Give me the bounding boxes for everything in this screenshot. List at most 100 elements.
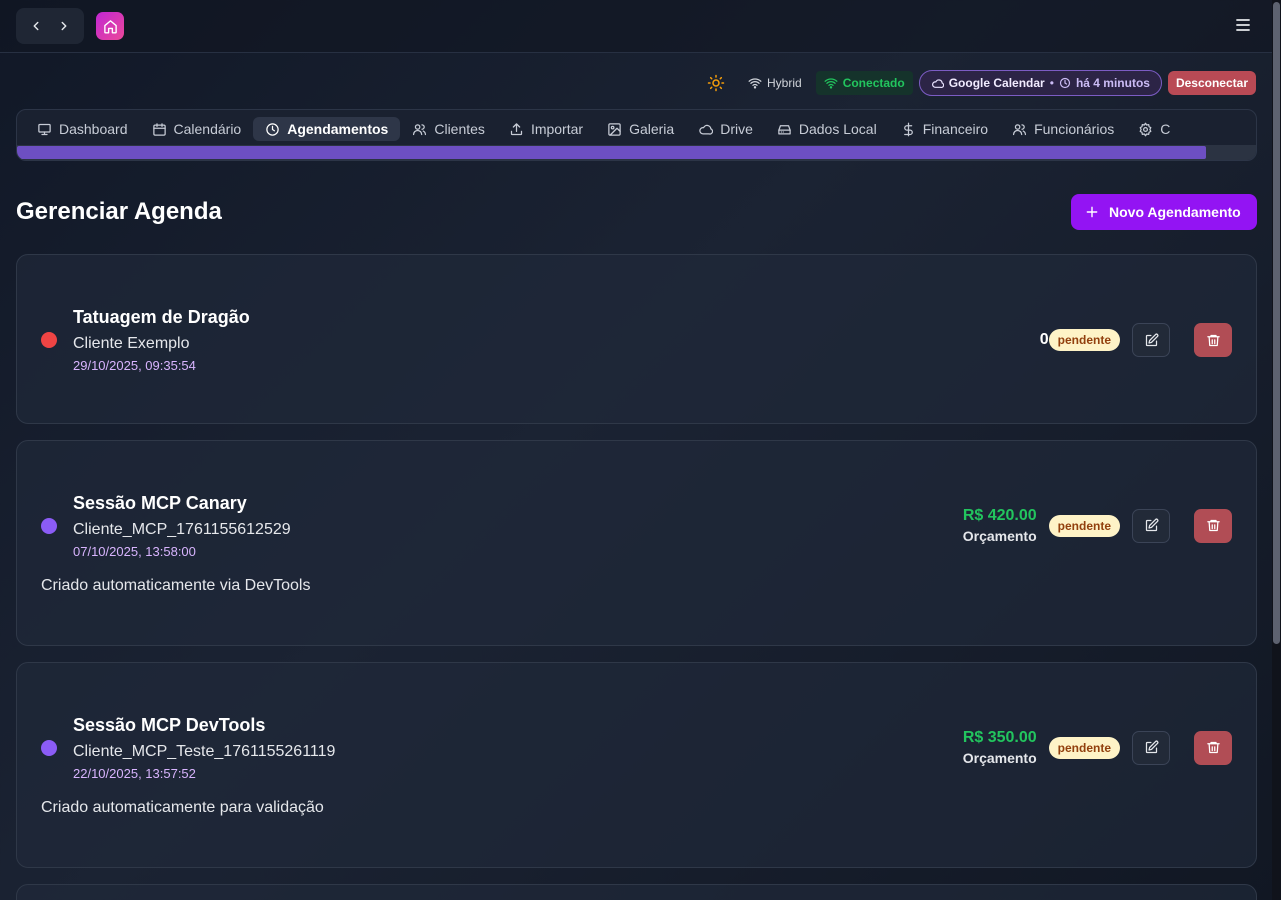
appointment-amount: 0 bbox=[1039, 331, 1049, 348]
connection-label: Conectado bbox=[842, 76, 905, 90]
appointment-title: Sessão MCP DevTools bbox=[73, 715, 266, 735]
calendar-icon bbox=[152, 122, 166, 136]
sun-icon bbox=[707, 74, 725, 92]
appointment-datetime: 22/10/2025, 13:57:52 bbox=[73, 766, 196, 781]
price-block: R$ 350.00 Orçamento bbox=[963, 729, 1037, 766]
tab-label: Importar bbox=[530, 121, 584, 137]
appointment-price: R$ 350.00 bbox=[962, 729, 1037, 746]
disconnect-button[interactable]: Desconectar bbox=[1167, 71, 1256, 95]
wifi-icon bbox=[748, 78, 762, 89]
cloud-icon bbox=[699, 124, 714, 135]
status-bar: Hybrid Conectado Google Calendar • há 4 … bbox=[704, 70, 1256, 96]
edit-icon bbox=[1145, 333, 1158, 346]
tab-scrollbar[interactable] bbox=[17, 145, 1256, 160]
users-icon bbox=[1013, 123, 1027, 135]
edit-button[interactable] bbox=[1132, 508, 1170, 543]
tab-label: Funcionários bbox=[1034, 121, 1115, 137]
dollar-icon bbox=[903, 122, 913, 136]
google-calendar-status[interactable]: Google Calendar • há 4 minutos bbox=[918, 70, 1162, 96]
delete-button[interactable] bbox=[1194, 323, 1232, 357]
last-sync-time: há 4 minutos bbox=[1075, 76, 1150, 90]
tab-dashboard[interactable]: Dashboard bbox=[25, 117, 140, 141]
tab-label: C bbox=[1160, 121, 1171, 137]
status-dot bbox=[41, 518, 57, 534]
new-appointment-button[interactable]: Novo Agendamento bbox=[1071, 194, 1257, 230]
back-button[interactable] bbox=[24, 14, 48, 38]
upload-icon bbox=[510, 122, 523, 135]
tab-label: Dados Local bbox=[798, 121, 877, 137]
hard-drive-icon bbox=[778, 124, 791, 134]
appointment-description: Criado automaticamente via DevTools bbox=[41, 577, 311, 594]
wifi-icon bbox=[824, 78, 838, 89]
tab-agendamentos[interactable]: Agendamentos bbox=[253, 117, 401, 141]
tab-financeiro[interactable]: Financeiro bbox=[889, 117, 1000, 141]
image-icon bbox=[608, 122, 621, 136]
status-badge: pendente bbox=[1048, 736, 1120, 759]
status-dot bbox=[41, 740, 57, 756]
tab-calendário[interactable]: Calendário bbox=[140, 117, 254, 141]
appointment-card: Tatuagem de Dragão Cliente Exemplo 29/10… bbox=[16, 254, 1257, 424]
edit-icon bbox=[1145, 518, 1158, 532]
appointment-actions: R$ 350.00 Orçamento pendente bbox=[963, 729, 1232, 766]
cloud-icon bbox=[931, 78, 944, 88]
tab-drive[interactable]: Drive bbox=[686, 117, 765, 141]
page-scrollbar-thumb[interactable] bbox=[1273, 2, 1280, 644]
tab-label: Galeria bbox=[629, 121, 675, 137]
price-label: Orçamento bbox=[962, 750, 1037, 766]
appointment-datetime: 29/10/2025, 09:35:54 bbox=[73, 358, 196, 373]
gear-icon bbox=[1139, 122, 1152, 136]
delete-button[interactable] bbox=[1194, 508, 1232, 543]
appointment-actions: 0 pendente bbox=[1040, 323, 1232, 357]
chevron-left-icon bbox=[33, 21, 39, 31]
trash-icon bbox=[1206, 741, 1220, 754]
chevron-right-icon bbox=[61, 21, 67, 31]
tab-scrollbar-thumb[interactable] bbox=[17, 146, 1206, 159]
trash-icon bbox=[1206, 519, 1220, 532]
navigation-group bbox=[16, 8, 84, 44]
clock-icon bbox=[1059, 77, 1071, 89]
home-button[interactable] bbox=[96, 12, 124, 40]
delete-button[interactable] bbox=[1194, 730, 1232, 765]
mode-indicator: Hybrid bbox=[740, 76, 810, 90]
tab-galeria[interactable]: Galeria bbox=[595, 117, 686, 141]
tab-label: Agendamentos bbox=[287, 121, 389, 137]
appointment-card: Sessão MCP Canary Cliente_MCP_1761155612… bbox=[16, 440, 1257, 646]
edit-button[interactable] bbox=[1132, 730, 1170, 765]
tab-dados-local[interactable]: Dados Local bbox=[765, 117, 889, 141]
connection-badge: Conectado bbox=[815, 71, 913, 95]
users-icon bbox=[413, 123, 427, 135]
appointment-description: Criado automaticamente para validação bbox=[41, 799, 324, 816]
monitor-icon bbox=[38, 123, 51, 135]
tab-funcionários[interactable]: Funcionários bbox=[1000, 117, 1126, 141]
top-bar bbox=[0, 0, 1272, 53]
new-appointment-label: Novo Agendamento bbox=[1109, 204, 1241, 220]
tab-importar[interactable]: Importar bbox=[497, 117, 595, 141]
plus-icon bbox=[1086, 206, 1098, 218]
edit-button[interactable] bbox=[1132, 323, 1170, 357]
appointment-client: Cliente_MCP_Teste_1761155261119 bbox=[73, 743, 336, 760]
appointment-client: Cliente_MCP_1761155612529 bbox=[73, 521, 291, 538]
theme-toggle-button[interactable] bbox=[704, 71, 728, 95]
price-label: Orçamento bbox=[962, 528, 1037, 544]
trash-icon bbox=[1206, 334, 1220, 346]
tab-clientes[interactable]: Clientes bbox=[400, 117, 497, 141]
tab-label: Calendário bbox=[173, 121, 242, 137]
home-icon bbox=[103, 19, 117, 33]
price-block: R$ 420.00 Orçamento bbox=[963, 507, 1037, 544]
clock-icon bbox=[266, 122, 279, 136]
forward-button[interactable] bbox=[52, 14, 76, 38]
status-badge: pendente bbox=[1048, 329, 1120, 351]
tab-list: Dashboard Calendário Agendamentos Clientes I… bbox=[25, 117, 1182, 141]
appointment-card: Sessão MCP DevTools Cliente_MCP_Teste_17… bbox=[16, 662, 1257, 868]
menu-button[interactable] bbox=[1232, 14, 1254, 36]
edit-icon bbox=[1145, 740, 1158, 754]
tab-label: Dashboard bbox=[59, 121, 128, 137]
appointment-title: Sessão MCP Canary bbox=[73, 493, 247, 513]
appointment-client: Cliente Exemplo bbox=[73, 335, 190, 352]
tab-label: Drive bbox=[720, 121, 753, 137]
hamburger-menu-icon bbox=[1236, 19, 1250, 31]
tab-bar: Dashboard Calendário Agendamentos Clientes I… bbox=[16, 109, 1257, 161]
page-scrollbar[interactable] bbox=[1272, 0, 1281, 900]
tab-c[interactable]: C bbox=[1126, 117, 1182, 141]
appointment-datetime: 07/10/2025, 13:58:00 bbox=[73, 544, 196, 559]
